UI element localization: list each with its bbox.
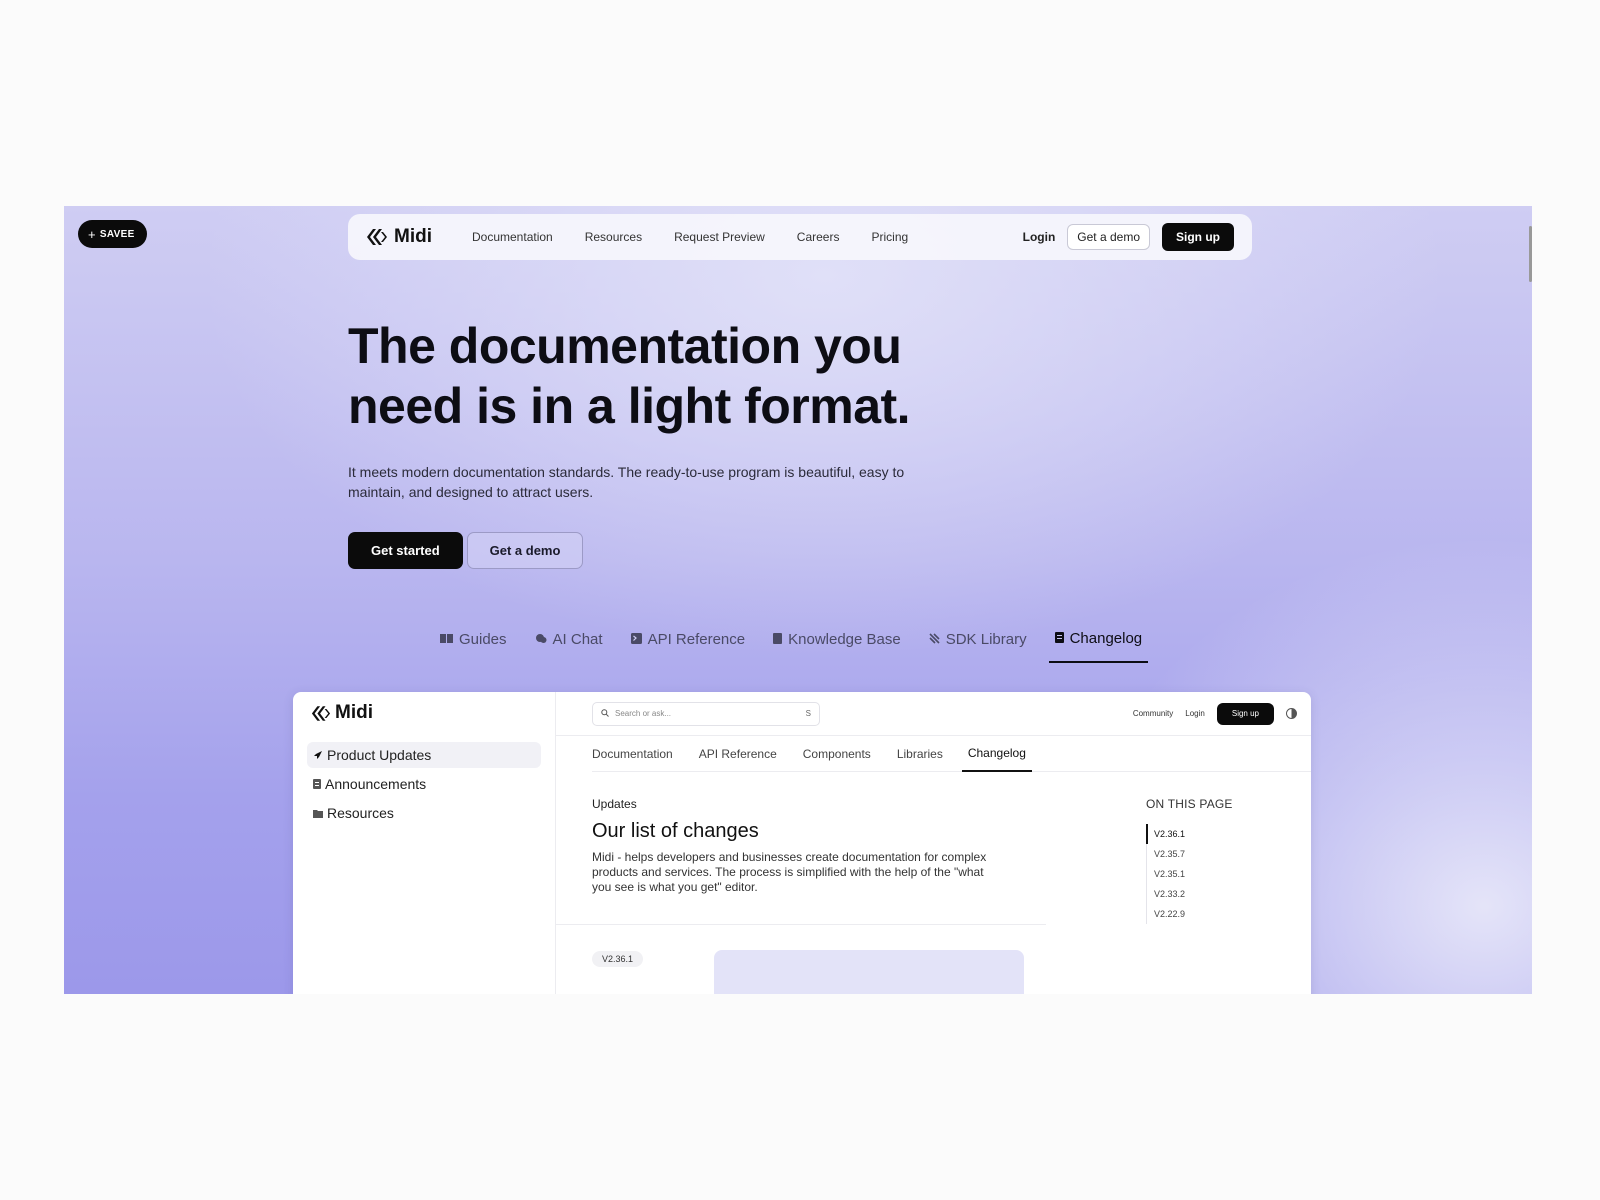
search-placeholder: Search or ask... xyxy=(615,709,672,718)
notebook-icon xyxy=(773,631,783,648)
toc-item[interactable]: V2.35.1 xyxy=(1147,864,1233,884)
hero-section: The documentation you need is in a light… xyxy=(348,316,948,569)
toc-item[interactable]: V2.33.2 xyxy=(1147,884,1233,904)
nav-actions: Login Get a demo Sign up xyxy=(1023,223,1234,251)
sidebar-item-label: Product Updates xyxy=(327,747,432,763)
content-eyebrow: Updates xyxy=(592,797,637,811)
tab-guides-label: Guides xyxy=(459,631,507,648)
app-brand-logo[interactable]: Midi xyxy=(311,702,541,724)
release-preview-card xyxy=(714,950,1024,994)
sidebar-item-announcements[interactable]: Announcements xyxy=(307,771,541,797)
app-signup-button[interactable]: Sign up xyxy=(1216,702,1274,725)
community-link[interactable]: Community xyxy=(1133,709,1173,718)
tab-api-reference-label: API Reference xyxy=(647,631,746,648)
search-icon xyxy=(601,708,609,719)
tab-sdk-library-label: SDK Library xyxy=(945,631,1027,648)
nav-link-request-preview[interactable]: Request Preview xyxy=(674,230,765,244)
nav-get-demo-button[interactable]: Get a demo xyxy=(1067,224,1150,250)
content-title: Our list of changes xyxy=(592,820,759,842)
sdk-icon xyxy=(929,631,940,648)
toc-title: ON THIS PAGE xyxy=(1146,797,1233,811)
app-preview: Midi Product Updates Announcements Resou… xyxy=(293,692,1311,994)
plus-icon: + xyxy=(88,226,96,242)
app-header: Search or ask... S Community Login Sign … xyxy=(556,692,1311,736)
sidebar-item-product-updates[interactable]: Product Updates xyxy=(307,742,541,768)
page-frame: + SAVEE Midi Documentation Resources Req… xyxy=(64,206,1532,994)
app-login-link[interactable]: Login xyxy=(1185,709,1205,718)
version-badge: V2.36.1 xyxy=(592,951,644,967)
tab-knowledge-base[interactable]: Knowledge Base xyxy=(773,630,901,663)
app-tab-components[interactable]: Components xyxy=(790,736,884,772)
get-started-button[interactable]: Get started xyxy=(348,532,463,569)
hero-buttons: Get started Get a demo xyxy=(348,532,948,569)
app-tab-libraries[interactable]: Libraries xyxy=(884,736,956,772)
theme-toggle-icon[interactable] xyxy=(1286,708,1297,719)
midi-logo-icon xyxy=(366,228,388,246)
hero-description: It meets modern documentation standards.… xyxy=(348,464,905,500)
tab-api-reference[interactable]: API Reference xyxy=(630,630,746,663)
top-navigation: Midi Documentation Resources Request Pre… xyxy=(348,214,1252,260)
app-tab-api-reference[interactable]: API Reference xyxy=(686,736,790,772)
content-divider xyxy=(556,924,1046,925)
app-brand-name: Midi xyxy=(335,702,373,723)
search-input[interactable]: Search or ask... S xyxy=(592,701,820,726)
chat-icon xyxy=(535,631,547,648)
app-sidebar: Midi Product Updates Announcements Resou… xyxy=(293,692,556,994)
scrollbar-thumb[interactable] xyxy=(1529,226,1532,282)
tab-ai-chat[interactable]: AI Chat xyxy=(535,630,603,663)
book-icon xyxy=(440,631,453,648)
nav-link-resources[interactable]: Resources xyxy=(585,230,642,244)
folder-icon xyxy=(313,805,323,821)
changelog-content: Updates Our list of changes Midi - helps… xyxy=(592,772,1038,895)
hero-title-line-1: The documentation you xyxy=(348,318,902,374)
content-body: Midi - helps developers and businesses c… xyxy=(592,850,987,894)
sidebar-item-resources[interactable]: Resources xyxy=(307,800,541,826)
tab-knowledge-base-label: Knowledge Base xyxy=(788,631,901,648)
search-shortcut: S xyxy=(805,709,811,718)
sidebar-items: Product Updates Announcements Resources xyxy=(307,742,541,826)
sidebar-item-label: Resources xyxy=(327,805,394,821)
hero-title: The documentation you need is in a light… xyxy=(348,316,948,436)
hero-title-line-2: need is in a light format. xyxy=(348,378,911,434)
login-link[interactable]: Login xyxy=(1023,230,1056,244)
app-tabs: Documentation API Reference Components L… xyxy=(592,736,1311,772)
terminal-icon xyxy=(630,631,642,648)
rocket-icon xyxy=(313,747,323,763)
tab-ai-chat-label: AI Chat xyxy=(552,631,603,648)
changelog-icon xyxy=(1054,630,1064,647)
app-tab-documentation[interactable]: Documentation xyxy=(592,736,686,772)
app-header-actions: Community Login Sign up xyxy=(1133,702,1297,725)
toc-item[interactable]: V2.22.9 xyxy=(1147,904,1233,924)
hero-get-demo-button[interactable]: Get a demo xyxy=(466,532,584,569)
toc-item[interactable]: V2.35.7 xyxy=(1147,844,1233,864)
document-icon xyxy=(313,776,321,792)
nav-link-careers[interactable]: Careers xyxy=(797,230,840,244)
midi-logo-icon xyxy=(311,705,331,722)
brand-name: Midi xyxy=(394,226,432,247)
table-of-contents: ON THIS PAGE V2.36.1 V2.35.7 V2.35.1 V2.… xyxy=(1146,797,1233,924)
brand-logo[interactable]: Midi xyxy=(366,226,432,248)
product-tabs: Guides AI Chat API Reference Knowledge B… xyxy=(440,630,1149,663)
nav-link-pricing[interactable]: Pricing xyxy=(871,230,908,244)
toc-list: V2.36.1 V2.35.7 V2.35.1 V2.33.2 V2.22.9 xyxy=(1146,824,1233,924)
sidebar-item-label: Announcements xyxy=(325,776,427,792)
app-tab-changelog[interactable]: Changelog xyxy=(961,736,1032,772)
nav-link-documentation[interactable]: Documentation xyxy=(472,230,553,244)
nav-links: Documentation Resources Request Preview … xyxy=(472,230,908,244)
toc-item[interactable]: V2.36.1 xyxy=(1146,824,1233,844)
savee-button[interactable]: + SAVEE xyxy=(78,220,147,248)
savee-label: SAVEE xyxy=(99,228,135,240)
tab-sdk-library[interactable]: SDK Library xyxy=(929,630,1027,663)
tab-changelog-label: Changelog xyxy=(1069,630,1143,647)
nav-signup-button[interactable]: Sign up xyxy=(1162,223,1234,251)
tab-guides[interactable]: Guides xyxy=(440,630,507,663)
tab-changelog[interactable]: Changelog xyxy=(1048,630,1149,663)
